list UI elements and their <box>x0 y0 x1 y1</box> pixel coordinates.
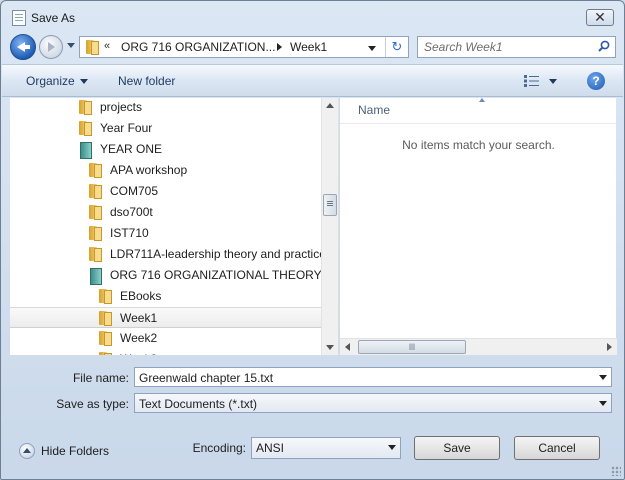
tree-item[interactable]: LDR711A-leadership theory and practice <box>10 244 321 265</box>
tree-item-label: APA workshop <box>110 163 188 177</box>
scroll-thumb[interactable]: lll <box>358 340 466 354</box>
view-options-icon[interactable] <box>524 75 540 87</box>
tree-item[interactable]: projects <box>10 98 321 118</box>
tree-item[interactable]: ORG 716 ORGANIZATIONAL THEORY AND DESIGN <box>10 265 321 286</box>
close-icon: ✕ <box>594 9 606 25</box>
command-bar: Organize New folder ? <box>2 64 623 97</box>
folder-icon <box>88 247 102 262</box>
scroll-thumb[interactable] <box>323 194 337 216</box>
tree-item[interactable]: YEAR ONE <box>10 139 321 160</box>
cancel-button[interactable]: Cancel <box>514 436 600 460</box>
tree-item-label: LDR711A-leadership theory and practice <box>110 247 321 261</box>
folder-icon <box>98 289 112 304</box>
library-icon <box>78 142 92 159</box>
tree-item[interactable]: Week3 <box>10 349 321 355</box>
save-as-type-label: Save as type: <box>56 397 129 411</box>
tree-item[interactable]: Week2 <box>10 328 321 349</box>
document-icon <box>12 10 26 26</box>
tree-item-label: Week3 <box>120 352 157 355</box>
close-button[interactable]: ✕ <box>586 9 614 26</box>
search-placeholder: Search Week1 <box>424 40 503 54</box>
navigation-tree[interactable]: projects Year Four YEAR ONE APA workshop COM… <box>10 98 321 355</box>
library-icon <box>88 268 102 285</box>
tree-item-label: EBooks <box>120 289 162 303</box>
search-icon[interactable] <box>598 40 610 52</box>
folder-icon <box>88 163 102 178</box>
recent-locations-dropdown[interactable] <box>67 43 75 48</box>
tree-vertical-scrollbar[interactable] <box>321 98 338 355</box>
tree-item-label: Week2 <box>120 331 158 345</box>
search-input[interactable]: Search Week1 <box>417 36 616 58</box>
tree-item[interactable]: dso700t <box>10 202 321 223</box>
tree-item[interactable]: Year Four <box>10 118 321 139</box>
scroll-up-icon[interactable] <box>326 103 334 108</box>
folder-icon <box>98 331 112 346</box>
tree-item[interactable]: IST710 <box>10 223 321 244</box>
tree-item-label: dso700t <box>110 205 153 219</box>
window-title: Save As <box>31 11 76 25</box>
tree-item[interactable]: COM705 <box>10 181 321 202</box>
hide-folders-label[interactable]: Hide Folders <box>41 444 109 458</box>
address-bar[interactable]: « ORG 716 ORGANIZATION... Week1 ↻ <box>79 36 409 58</box>
folder-icon <box>78 121 92 136</box>
resize-grip[interactable] <box>611 466 621 476</box>
save-as-type-select[interactable]: Text Documents (*.txt) <box>134 393 612 413</box>
file-name-label: File name: <box>72 371 129 385</box>
new-folder-button[interactable]: New folder <box>118 74 175 88</box>
chevron-down-icon[interactable] <box>599 375 607 380</box>
tree-item-label: IST710 <box>110 226 149 240</box>
breadcrumb-arrow-icon[interactable] <box>277 43 282 51</box>
folder-icon <box>85 40 99 55</box>
encoding-select[interactable]: ANSI <box>251 437 401 459</box>
address-history-dropdown[interactable] <box>368 46 376 51</box>
sort-indicator-icon <box>479 98 485 102</box>
tree-item-label: COM705 <box>110 184 159 198</box>
file-list[interactable]: Name No items match your search. lll <box>339 98 617 355</box>
tree-item[interactable]: APA workshop <box>10 160 321 181</box>
empty-message: No items match your search. <box>402 138 555 152</box>
tree-item-label: projects <box>100 100 143 114</box>
tree-item[interactable]: EBooks <box>10 286 321 307</box>
chevron-down-icon[interactable] <box>80 79 88 84</box>
folder-icon <box>88 184 102 199</box>
folder-icon <box>88 226 102 241</box>
scroll-left-icon[interactable] <box>345 343 350 351</box>
address-overflow-chevron[interactable]: « <box>104 40 110 52</box>
chevron-down-icon[interactable] <box>549 79 557 84</box>
tree-item-label: ORG 716 ORGANIZATIONAL THEORY AND DESIGN <box>110 268 321 282</box>
refresh-icon[interactable]: ↻ <box>385 37 408 57</box>
file-list-horizontal-scrollbar[interactable]: lll <box>340 338 617 355</box>
file-name-field[interactable]: Greenwald chapter 15.txt <box>134 367 612 387</box>
folder-icon <box>88 205 102 220</box>
column-header-name[interactable]: Name <box>358 103 390 117</box>
scroll-down-icon[interactable] <box>326 345 334 350</box>
save-button[interactable]: Save <box>414 436 500 460</box>
back-button[interactable] <box>10 34 36 60</box>
tree-item-label: YEAR ONE <box>100 142 163 156</box>
scroll-right-icon[interactable] <box>607 343 612 351</box>
save-as-dialog: Save As ✕ « ORG 716 ORGANIZATION... Week… <box>0 0 625 480</box>
column-divider <box>340 123 617 124</box>
breadcrumb-segment[interactable]: ORG 716 ORGANIZATION... <box>121 40 275 54</box>
forward-button[interactable] <box>39 35 63 59</box>
encoding-value: ANSI <box>256 441 285 455</box>
folder-icon <box>98 352 112 355</box>
title-bar: Save As ✕ <box>1 1 624 34</box>
chevron-down-icon[interactable] <box>599 401 607 406</box>
chevron-down-icon[interactable] <box>388 445 396 450</box>
file-name-value[interactable]: Greenwald chapter 15.txt <box>139 371 273 385</box>
breadcrumb-segment[interactable]: Week1 <box>290 40 327 54</box>
folder-icon <box>98 311 112 326</box>
encoding-label: Encoding: <box>192 441 246 455</box>
help-icon[interactable]: ? <box>587 72 605 90</box>
folder-icon <box>78 100 92 115</box>
tree-item[interactable]: Week1 <box>10 307 321 328</box>
tree-item-label: Year Four <box>100 121 153 135</box>
collapse-up-icon[interactable] <box>19 443 35 459</box>
tree-item-label: Week1 <box>120 311 158 325</box>
organize-button[interactable]: Organize <box>26 74 75 88</box>
save-as-type-value: Text Documents (*.txt) <box>139 397 258 411</box>
